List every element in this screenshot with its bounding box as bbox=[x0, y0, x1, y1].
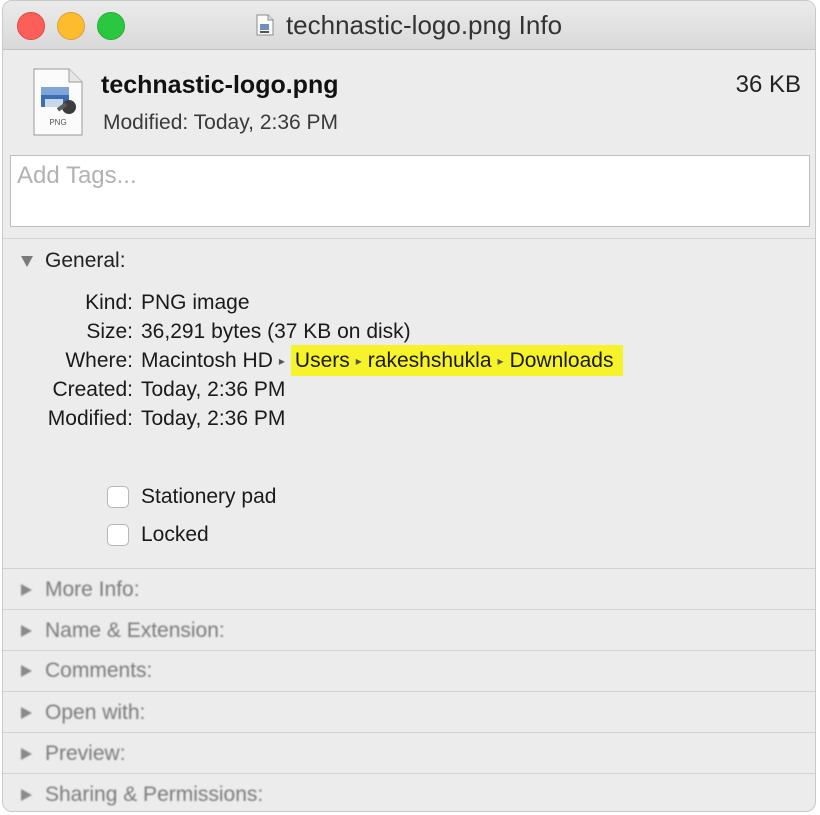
kind-value: PNG image bbox=[141, 291, 250, 314]
divider bbox=[3, 568, 815, 569]
modified-value: Today, 2:36 PM bbox=[141, 407, 286, 430]
size-value: 36,291 bytes (37 KB on disk) bbox=[141, 320, 411, 343]
locked-checkbox[interactable] bbox=[107, 524, 129, 546]
path-highlight: Users ▸ rakeshshukla ▸ Downloads bbox=[290, 345, 624, 376]
disclosure-triangle-right-icon bbox=[21, 665, 32, 677]
title-bar[interactable]: technastic-logo.png Info bbox=[3, 1, 815, 50]
section-name-extension[interactable]: Name & Extension: bbox=[21, 619, 225, 643]
divider bbox=[3, 609, 815, 610]
section-general-toggle[interactable]: General: bbox=[21, 249, 126, 273]
locked-row[interactable]: Locked bbox=[107, 523, 209, 547]
section-sharing-permissions[interactable]: Sharing & Permissions: bbox=[21, 783, 263, 807]
file-size: 36 KB bbox=[735, 71, 801, 98]
file-header: PNG technastic-logo.png Modified: Today,… bbox=[3, 49, 815, 153]
section-comments-label: Comments: bbox=[45, 659, 153, 682]
path-item-macintosh-hd[interactable]: Macintosh HD bbox=[141, 349, 273, 372]
section-sharing-permissions-label: Sharing & Permissions: bbox=[45, 783, 264, 806]
kind-label: Kind: bbox=[85, 291, 133, 314]
created-value: Today, 2:36 PM bbox=[141, 378, 286, 401]
info-row-created: Created: Today, 2:36 PM bbox=[3, 378, 703, 406]
section-preview-label: Preview: bbox=[45, 742, 126, 765]
stationery-pad-label: Stationery pad bbox=[141, 485, 277, 508]
divider bbox=[3, 691, 815, 692]
tags-field[interactable]: Add Tags... bbox=[10, 155, 810, 227]
file-modified: Modified: Today, 2:36 PM bbox=[103, 111, 339, 134]
disclosure-triangle-right-icon bbox=[21, 625, 32, 637]
disclosure-triangle-right-icon bbox=[21, 707, 32, 719]
created-label: Created: bbox=[52, 378, 133, 401]
size-label: Size: bbox=[86, 320, 133, 343]
divider bbox=[3, 650, 815, 651]
section-name-extension-label: Name & Extension: bbox=[45, 619, 225, 642]
where-label: Where: bbox=[65, 349, 133, 372]
path-separator-icon: ▸ bbox=[355, 354, 362, 368]
where-path: Macintosh HD ▸ Users ▸ rakeshshukla ▸ Download… bbox=[141, 345, 624, 376]
section-open-with[interactable]: Open with: bbox=[21, 701, 145, 725]
divider bbox=[3, 238, 815, 239]
info-row-where: Where: Macintosh HD ▸ Users ▸ rakeshshukla ▸ D… bbox=[3, 345, 763, 377]
section-preview[interactable]: Preview: bbox=[21, 742, 126, 766]
path-separator-icon: ▸ bbox=[497, 354, 504, 368]
info-row-modified: Modified: Today, 2:36 PM bbox=[3, 407, 703, 435]
path-item-rakeshshukla[interactable]: rakeshshukla bbox=[368, 349, 492, 372]
section-more-info[interactable]: More Info: bbox=[21, 578, 140, 602]
disclosure-triangle-right-icon bbox=[21, 584, 32, 596]
info-window: technastic-logo.png Info PNG technastic-… bbox=[2, 0, 816, 812]
disclosure-triangle-right-icon bbox=[21, 789, 32, 801]
path-separator-icon: ▸ bbox=[278, 354, 285, 368]
section-comments[interactable]: Comments: bbox=[21, 659, 152, 683]
document-icon bbox=[256, 14, 274, 36]
png-file-icon: PNG bbox=[31, 67, 85, 137]
divider bbox=[3, 773, 815, 774]
locked-label: Locked bbox=[141, 523, 209, 546]
file-name: technastic-logo.png bbox=[101, 71, 339, 99]
section-open-with-label: Open with: bbox=[45, 701, 146, 724]
png-badge: PNG bbox=[49, 118, 67, 127]
section-more-info-label: More Info: bbox=[45, 578, 140, 601]
modified-label: Modified: bbox=[47, 407, 133, 430]
path-item-users[interactable]: Users bbox=[295, 349, 350, 372]
disclosure-triangle-down-icon bbox=[21, 255, 33, 267]
section-general-label: General: bbox=[45, 249, 126, 272]
path-item-downloads[interactable]: Downloads bbox=[510, 349, 614, 372]
stationery-pad-row[interactable]: Stationery pad bbox=[107, 485, 276, 509]
window-title: technastic-logo.png Info bbox=[285, 9, 563, 40]
info-row-kind: Kind: PNG image bbox=[3, 291, 703, 319]
disclosure-triangle-right-icon bbox=[21, 748, 32, 760]
stationery-pad-checkbox[interactable] bbox=[107, 486, 129, 508]
info-row-size: Size: 36,291 bytes (37 KB on disk) bbox=[3, 320, 703, 348]
divider bbox=[3, 732, 815, 733]
